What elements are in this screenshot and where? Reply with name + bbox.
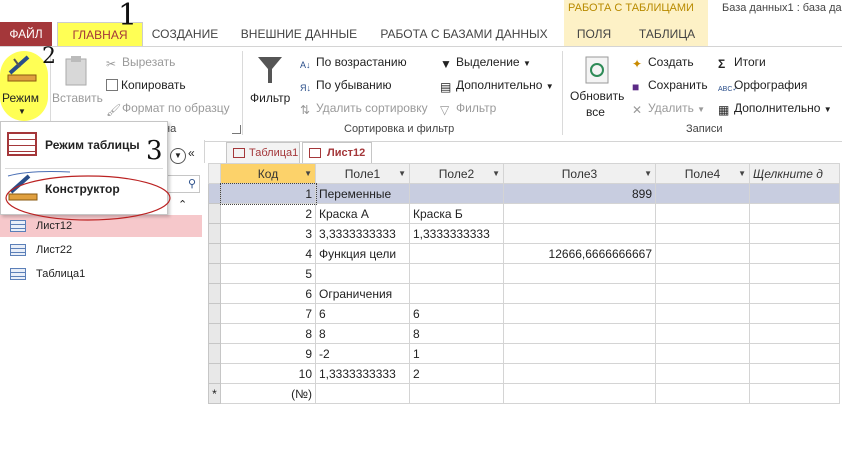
annotation-number-1: 1 (118, 0, 138, 33)
annotation-overlay (5, 171, 171, 221)
annotation-blue-stroke (7, 171, 71, 177)
annotation-number-3: 3 (146, 136, 163, 166)
annotation-red-circle (5, 175, 171, 221)
annotation-number-2: 2 (42, 44, 56, 69)
